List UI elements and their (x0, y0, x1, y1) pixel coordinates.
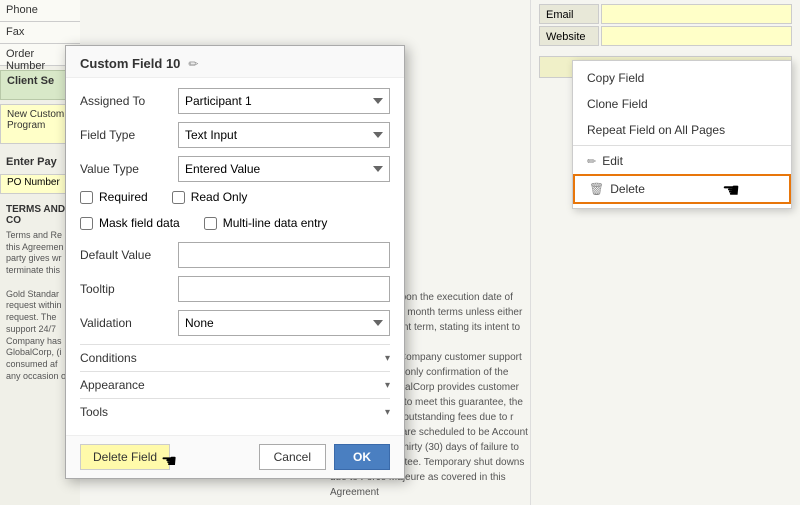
multi-line-checkbox-row[interactable]: Multi-line data entry (204, 216, 328, 230)
modal-body: Assigned To Participant 1 Field Type Tex… (66, 78, 404, 435)
delete-label: Delete (610, 182, 645, 196)
custom-field-modal: Custom Field 10 ✏ Assigned To Participan… (65, 45, 405, 479)
multi-line-checkbox[interactable] (204, 217, 217, 230)
tooltip-input[interactable] (178, 276, 390, 302)
trash-icon: 🗑 (589, 182, 604, 196)
phone-field-label: Phone (0, 0, 80, 22)
modal-footer: Delete Field ☛ Cancel OK (66, 435, 404, 478)
validation-row: Validation None (80, 310, 390, 336)
conditions-label: Conditions (80, 351, 137, 365)
field-type-label: Field Type (80, 128, 170, 142)
edit-label: Edit (602, 154, 623, 168)
delete-field-button[interactable]: Delete Field (80, 444, 170, 470)
clone-field-label: Clone Field (587, 97, 648, 111)
edit-item[interactable]: ✏ Edit (573, 148, 791, 174)
appearance-label: Appearance (80, 378, 145, 392)
context-menu: Copy Field Clone Field Repeat Field on A… (572, 60, 792, 209)
email-label: Email (539, 4, 599, 24)
website-value (601, 26, 792, 46)
mask-field-checkbox-row[interactable]: Mask field data (80, 216, 180, 230)
clone-field-item[interactable]: Clone Field (573, 91, 791, 117)
required-checkbox-row[interactable]: Required (80, 190, 148, 204)
assigned-to-select[interactable]: Participant 1 (178, 88, 390, 114)
appearance-chevron: ▾ (385, 380, 390, 391)
edit-icon: ✏ (587, 155, 596, 168)
mask-field-label: Mask field data (99, 216, 180, 230)
tools-chevron: ▾ (385, 407, 390, 418)
cancel-button[interactable]: Cancel (259, 444, 326, 470)
value-type-select[interactable]: Entered Value (178, 156, 390, 182)
required-label: Required (99, 190, 148, 204)
multi-line-label: Multi-line data entry (223, 216, 328, 230)
website-row: Website (539, 26, 792, 46)
default-value-input[interactable] (178, 242, 390, 268)
checkbox-group-2: Mask field data Multi-line data entry (80, 216, 390, 234)
ok-button[interactable]: OK (334, 444, 390, 470)
value-type-label: Value Type (80, 162, 170, 176)
right-top-fields: Email Website (531, 0, 800, 52)
conditions-chevron: ▾ (385, 353, 390, 364)
fax-field-label: Fax (0, 22, 80, 44)
read-only-checkbox-row[interactable]: Read Only (172, 190, 248, 204)
repeat-field-item[interactable]: Repeat Field on All Pages (573, 117, 791, 143)
copy-field-label: Copy Field (587, 71, 644, 85)
field-type-select[interactable]: Text Input (178, 122, 390, 148)
delete-item[interactable]: 🗑 Delete (573, 174, 791, 204)
validation-label: Validation (80, 316, 170, 330)
tooltip-row: Tooltip (80, 276, 390, 302)
read-only-label: Read Only (191, 190, 248, 204)
validation-select[interactable]: None (178, 310, 390, 336)
email-value (601, 4, 792, 24)
repeat-field-label: Repeat Field on All Pages (587, 123, 725, 137)
required-checkbox[interactable] (80, 191, 93, 204)
value-type-row: Value Type Entered Value (80, 156, 390, 182)
default-value-row: Default Value (80, 242, 390, 268)
modal-title: Custom Field 10 (80, 56, 180, 71)
menu-divider (573, 145, 791, 146)
modal-edit-icon[interactable]: ✏ (188, 57, 198, 71)
email-row: Email (539, 4, 792, 24)
assigned-to-row: Assigned To Participant 1 (80, 88, 390, 114)
modal-header: Custom Field 10 ✏ (66, 46, 404, 78)
read-only-checkbox[interactable] (172, 191, 185, 204)
tooltip-label: Tooltip (80, 282, 170, 296)
default-value-label: Default Value (80, 248, 170, 262)
copy-field-item[interactable]: Copy Field (573, 65, 791, 91)
website-label: Website (539, 26, 599, 46)
conditions-row[interactable]: Conditions ▾ (80, 344, 390, 371)
field-type-row: Field Type Text Input (80, 122, 390, 148)
right-panel: Email Website Investment Copy Field Clon… (530, 0, 800, 505)
tools-label: Tools (80, 405, 108, 419)
assigned-to-label: Assigned To (80, 94, 170, 108)
appearance-row[interactable]: Appearance ▾ (80, 371, 390, 398)
tools-row[interactable]: Tools ▾ (80, 398, 390, 425)
mask-field-checkbox[interactable] (80, 217, 93, 230)
checkbox-group-1: Required Read Only (80, 190, 390, 208)
